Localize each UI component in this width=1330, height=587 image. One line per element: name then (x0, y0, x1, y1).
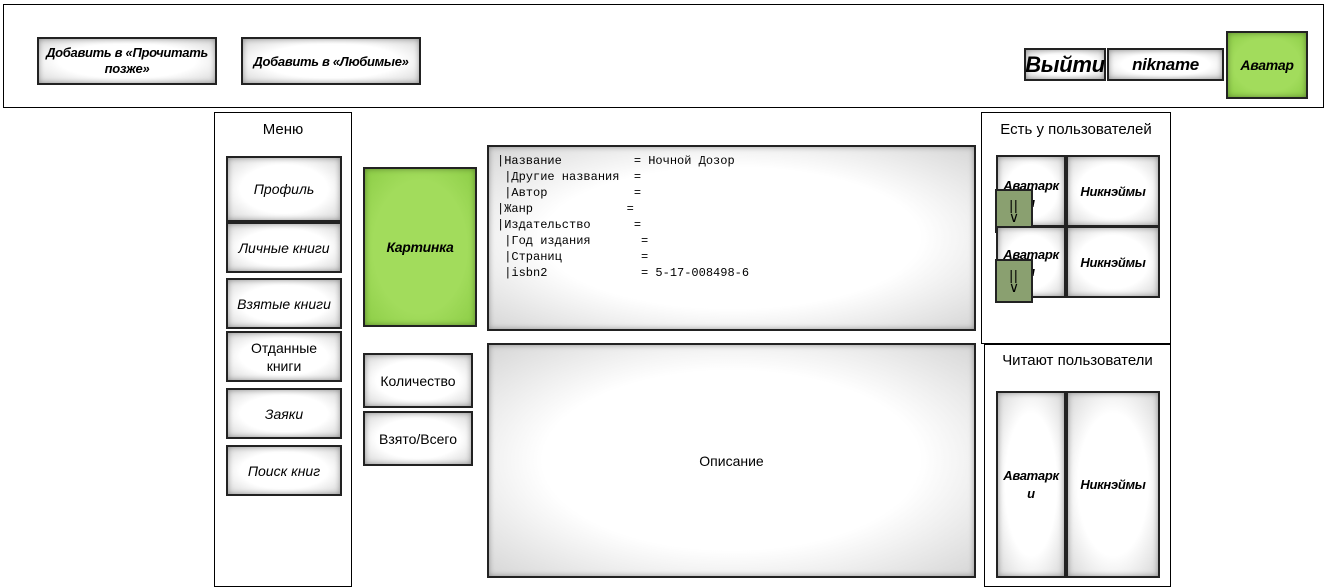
info-line-genre: |Жанр = (497, 202, 634, 216)
up-down-arrows-icon[interactable]: || ∨ (995, 259, 1033, 303)
owner-nickname-label: Никнэймы (1080, 183, 1146, 199)
logout-button[interactable]: Выйти (1024, 48, 1106, 81)
menu-item-label: Отданные книги (250, 339, 318, 374)
menu-item-profile[interactable]: Профиль (226, 156, 342, 222)
taken-total-label: Взято/Всего (379, 430, 457, 447)
owners-panel-title: Есть у пользователей (1000, 121, 1152, 138)
menu-item-label: Взятые книги (237, 295, 331, 312)
menu-item-personal-books[interactable]: Личные книги (226, 222, 342, 273)
avatar[interactable]: Аватар (1226, 31, 1308, 99)
info-line-year: |Год издания = (497, 234, 649, 248)
add-favorites-button[interactable]: Добавить в «Любимые» (241, 37, 421, 85)
book-info-lines: |Название = Ночной Дозор |Другие названи… (497, 153, 749, 281)
owner-nickname-label: Никнэймы (1080, 254, 1146, 270)
readers-panel-title: Читают пользователи (1002, 352, 1153, 369)
taken-total-box: Взято/Всего (363, 411, 473, 466)
menu-item-given-books[interactable]: Отданные книги (226, 331, 342, 382)
reader-avatar[interactable]: Аватарки (996, 391, 1066, 578)
book-picture: Картинка (363, 167, 477, 327)
menu-item-label: Поиск книг (247, 462, 321, 479)
menu-item-label: Личные книги (238, 239, 330, 256)
info-line-pages: |Страниц = (497, 250, 649, 264)
logout-label: Выйти (1025, 51, 1105, 77)
reader-nickname[interactable]: Никнэймы (1066, 391, 1160, 578)
description-label: Описание (699, 452, 764, 469)
nickname-label: nikname (1132, 54, 1199, 74)
menu-item-borrowed-books[interactable]: Взятые книги (226, 278, 342, 329)
book-info-panel: |Название = Ночной Дозор |Другие названи… (487, 145, 976, 331)
quantity-box: Количество (363, 353, 473, 408)
quantity-label: Количество (380, 372, 456, 389)
owner-nickname[interactable]: Никнэймы (1066, 226, 1160, 298)
info-line-isbn: |isbn2 = 5-17-008498-6 (497, 266, 750, 280)
book-description: Описание (487, 343, 976, 578)
menu-item-label: Заяки (264, 405, 304, 422)
info-line-publisher: |Издательство = (497, 218, 642, 232)
nickname-button[interactable]: nikname (1107, 48, 1224, 81)
info-line-author: |Автор = (497, 186, 642, 200)
info-line-other-names: |Другие названия = (497, 170, 642, 184)
menu-title: Меню (262, 121, 304, 138)
read-later-button[interactable]: Добавить в «Прочитать позже» (37, 37, 217, 85)
reader-avatar-label: Аватарки (1003, 467, 1059, 501)
menu-item-search-books[interactable]: Поиск книг (226, 445, 342, 496)
favorites-label: Добавить в «Любимые» (253, 53, 409, 69)
reader-nickname-label: Никнэймы (1080, 477, 1146, 492)
avatar-label: Аватар (1240, 57, 1294, 73)
owner-nickname[interactable]: Никнэймы (1066, 155, 1160, 227)
menu-item-requests[interactable]: Заяки (226, 388, 342, 439)
book-picture-label: Картинка (386, 239, 454, 255)
info-line-title: |Название = Ночной Дозор (497, 154, 735, 168)
menu-item-label: Профиль (253, 181, 315, 197)
read-later-label: Добавить в «Прочитать позже» (46, 45, 208, 76)
